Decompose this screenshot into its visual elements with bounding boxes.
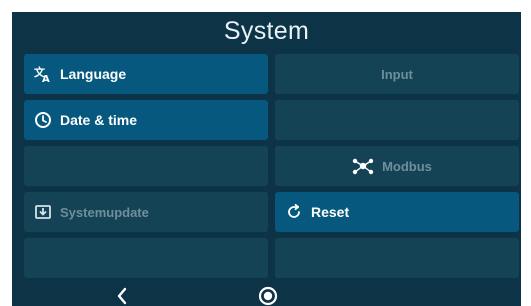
empty-tile (24, 238, 268, 278)
date-time-button[interactable]: Date & time (24, 100, 268, 140)
reset-button[interactable]: Reset (275, 192, 519, 232)
systemupdate-label: Systemupdate (60, 204, 149, 220)
input-label: Input (381, 66, 413, 82)
download-box-icon (34, 203, 52, 221)
svg-text:A: A (42, 74, 50, 83)
input-button[interactable]: Input (275, 54, 519, 94)
empty-tile (275, 238, 519, 278)
reset-label: Reset (311, 204, 350, 220)
reset-arrow-icon (285, 203, 303, 221)
chevron-left-icon[interactable] (113, 287, 131, 305)
language-button[interactable]: 文 A Language (24, 54, 268, 94)
network-icon (352, 157, 374, 175)
date-time-label: Date & time (60, 112, 138, 128)
language-label: Language (60, 66, 127, 82)
translate-icon: 文 A (34, 65, 52, 83)
modbus-label: Modbus (382, 158, 432, 174)
systemupdate-button[interactable]: Systemupdate (24, 192, 268, 232)
page-title: System (223, 17, 310, 45)
menu-grid: 文 A Language Input Date & time Modbus Sy… (24, 54, 519, 278)
modbus-button[interactable]: Modbus (275, 146, 519, 186)
empty-tile (275, 100, 519, 140)
system-screen: System 文 A Language Input Date & time Mo… (12, 12, 521, 306)
bottom-nav (12, 284, 521, 306)
empty-tile (24, 146, 268, 186)
home-circle-icon[interactable] (258, 286, 278, 306)
clock-icon (34, 111, 52, 129)
